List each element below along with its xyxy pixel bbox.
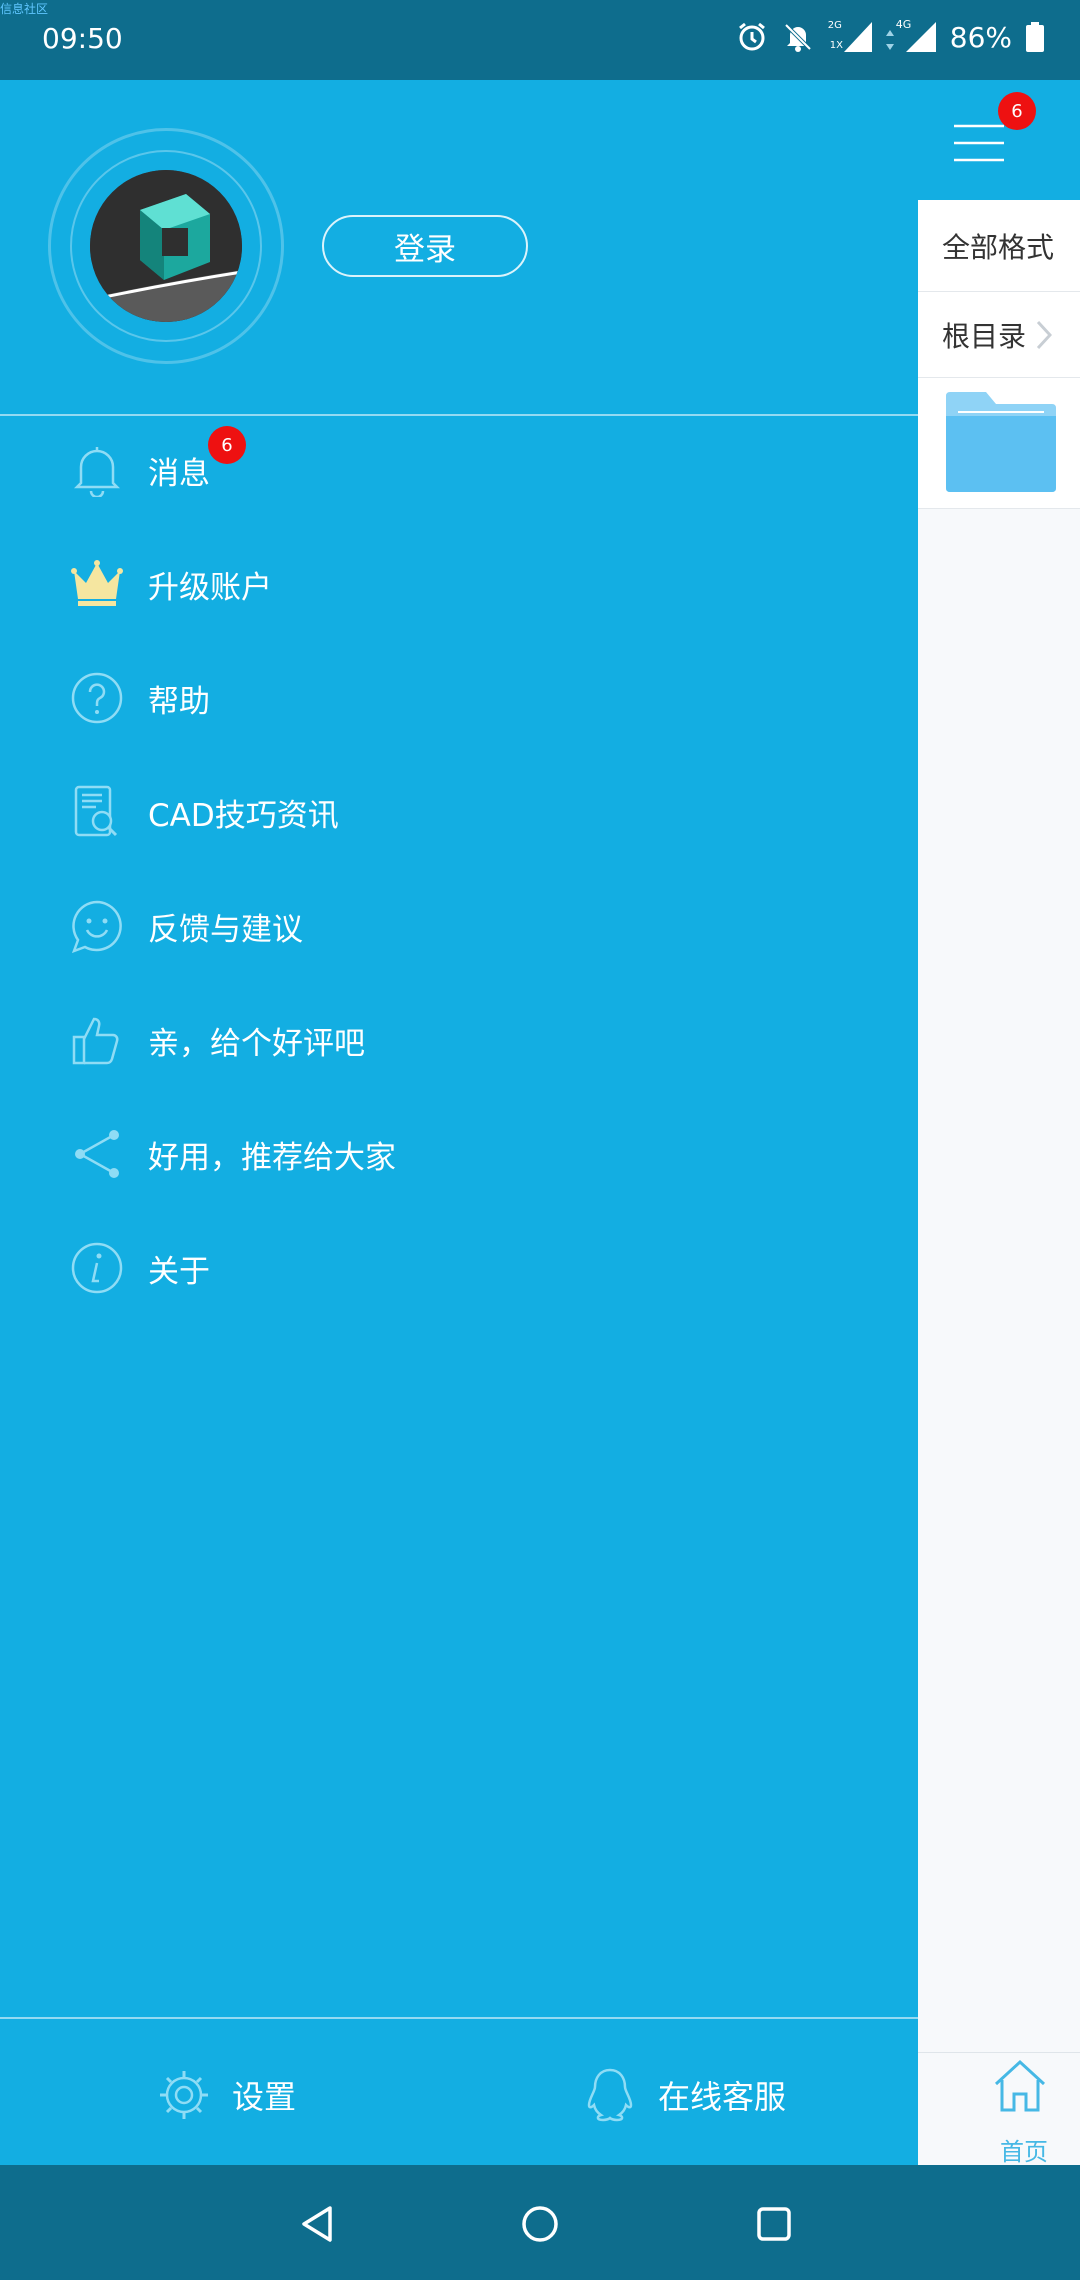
folder-icon: [946, 392, 1056, 492]
menu-button[interactable]: [952, 122, 1006, 164]
back-triangle-icon: [302, 2206, 332, 2242]
bell-off-icon: [784, 23, 812, 52]
alarm-icon: [738, 22, 765, 51]
menu-badge: 6: [998, 92, 1036, 130]
menu-item-label: 亲，给个好评吧: [148, 1025, 365, 1062]
format-filter[interactable]: 全部格式: [918, 200, 1080, 292]
avatar[interactable]: [90, 170, 242, 322]
chat-smile-icon: [70, 899, 124, 953]
nav-back-button[interactable]: [294, 2200, 342, 2248]
doc-search-icon: [70, 785, 124, 839]
menu-item-help[interactable]: 帮助: [0, 641, 918, 755]
sim1-signal: 2G 1X: [828, 20, 872, 54]
recents-square-icon: [757, 2207, 791, 2241]
menu-item-upgrade[interactable]: 升级账户: [0, 527, 918, 641]
tab-home[interactable]: [990, 2056, 1060, 2126]
menu-item-label: 关于: [148, 1253, 210, 1290]
signal-icon: [843, 22, 872, 52]
hamburger-icon: [954, 124, 1004, 162]
menu-item-label: 消息: [148, 455, 210, 492]
share-icon: [70, 1127, 124, 1181]
menu-item-label: 反馈与建议: [148, 911, 303, 948]
sim1-network-label-bottom: 1X: [829, 40, 843, 51]
settings-label: 设置: [232, 2078, 297, 2116]
menu-item-about[interactable]: 关于: [0, 1211, 918, 1325]
thumbs-up-icon: [70, 1013, 124, 1067]
crown-icon: [70, 557, 124, 611]
help-icon: [70, 671, 124, 725]
chevron-right-icon: [1036, 320, 1053, 349]
signal-icon: [905, 22, 936, 52]
support-label: 在线客服: [658, 2078, 787, 2116]
battery-percent: 86%: [949, 20, 1012, 54]
menu-item-share[interactable]: 好用，推荐给大家: [0, 1097, 918, 1211]
status-time: 09:50: [42, 22, 123, 55]
bell-icon: [70, 443, 124, 497]
menu-item-label: 好用，推荐给大家: [148, 1139, 396, 1176]
watermark: 信息社区: [0, 2, 49, 16]
data-arrows-icon: [885, 30, 894, 50]
qq-penguin-icon: [587, 2068, 633, 2122]
menu-item-label: CAD技巧资讯: [148, 797, 339, 834]
home-icon: [994, 2059, 1046, 2112]
menu-item-feedback[interactable]: 反馈与建议: [0, 869, 918, 983]
nav-recents-button[interactable]: [750, 2200, 798, 2248]
gear-icon: [160, 2071, 208, 2119]
menu-item-rate[interactable]: 亲，给个好评吧: [0, 983, 918, 1097]
info-icon: [70, 1241, 124, 1295]
folder-item[interactable]: [918, 378, 1080, 509]
menu-item-messages[interactable]: 消息: [0, 413, 918, 527]
status-icons: 2G 1X 4G 86%: [736, 18, 1044, 54]
login-button[interactable]: 登录: [322, 215, 528, 277]
menu-item-cad-tips[interactable]: CAD技巧资讯: [0, 755, 918, 869]
menu-item-label: 帮助: [148, 683, 210, 720]
path-breadcrumb[interactable]: 根目录: [918, 292, 1080, 378]
menu-item-label: 升级账户: [148, 569, 272, 606]
footer-divider: [0, 2017, 918, 2019]
path-label: 根目录: [942, 319, 1027, 353]
sim1-network-label: 2G: [827, 20, 842, 31]
nav-home-button[interactable]: [516, 2200, 564, 2248]
messages-badge: 6: [208, 426, 246, 464]
sim2-signal: 4G: [885, 18, 936, 54]
format-filter-label: 全部格式: [942, 230, 1055, 264]
app-logo-icon: [90, 170, 242, 322]
home-circle-icon: [522, 2206, 558, 2242]
battery-icon: [1026, 22, 1044, 52]
online-support-button[interactable]: 在线客服: [584, 2060, 786, 2130]
settings-button[interactable]: 设置: [158, 2060, 296, 2130]
tab-home-label: 首页: [1000, 2138, 1048, 2166]
